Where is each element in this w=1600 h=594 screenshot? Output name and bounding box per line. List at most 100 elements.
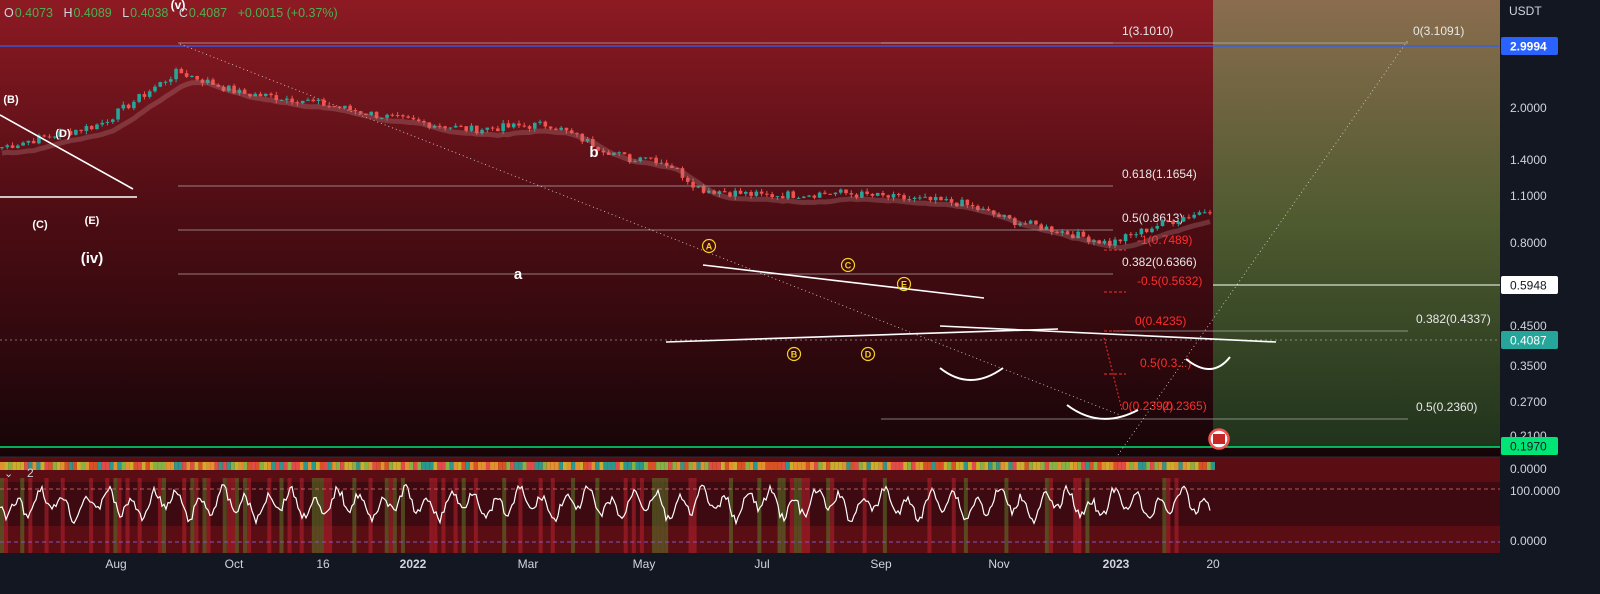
fib-label: 0.618(1.1654)	[1122, 167, 1197, 181]
heat-cell	[919, 462, 924, 470]
candle-body	[1034, 220, 1038, 225]
heat-cell	[396, 462, 401, 470]
heat-cell	[615, 462, 620, 470]
candle-body	[749, 191, 753, 196]
heat-cell	[238, 462, 243, 470]
heat-cell	[660, 462, 665, 470]
heat-cell	[153, 462, 158, 470]
wave-label: b	[589, 144, 598, 161]
heat-cell	[1024, 462, 1029, 470]
candle-body	[1134, 234, 1138, 236]
heat-cell	[214, 462, 219, 470]
price-tag-label: 0.5948	[1510, 279, 1547, 293]
heat-cell	[1069, 462, 1074, 470]
candle-body	[649, 157, 653, 159]
heat-cell	[275, 462, 280, 470]
candle-body	[902, 195, 906, 200]
heat-cell	[125, 462, 130, 470]
heat-cell	[421, 462, 426, 470]
candle-body	[912, 197, 917, 200]
heat-cell	[271, 462, 276, 470]
candle-body	[754, 191, 759, 196]
candle-body	[527, 126, 532, 129]
heat-cell	[684, 462, 689, 470]
heat-cell	[708, 462, 713, 470]
candle-body	[743, 191, 748, 194]
candle-body	[548, 126, 553, 129]
heat-cell	[992, 462, 997, 470]
candle-body	[464, 126, 469, 131]
chart-canvas[interactable]: 1(3.1010)0.618(1.1654)0.5(0.8613)0.382(0…	[0, 0, 1600, 589]
candle-body	[95, 124, 99, 130]
heat-cell	[554, 462, 559, 470]
heat-cell	[1048, 462, 1053, 470]
heat-cell	[222, 462, 227, 470]
heat-cell	[595, 462, 600, 470]
heat-cell	[1093, 462, 1098, 470]
heat-cell	[534, 462, 539, 470]
heat-cell	[137, 462, 142, 470]
heat-cell	[441, 462, 446, 470]
heat-cell	[611, 462, 616, 470]
heat-cell	[315, 462, 320, 470]
heat-cell	[955, 462, 960, 470]
heat-cell	[117, 462, 122, 470]
candle-body	[390, 114, 395, 116]
candle-body	[511, 123, 516, 128]
change-value: +0.0015 (+0.37%)	[237, 6, 338, 20]
wave-label: a	[514, 266, 523, 283]
heat-cell	[761, 462, 766, 470]
candle-body	[311, 99, 316, 102]
candle-body	[485, 127, 490, 130]
candle-body	[1160, 220, 1165, 227]
heat-cell	[805, 462, 810, 470]
close-value: 0.4087	[188, 6, 228, 20]
candle-body	[1150, 228, 1154, 233]
heat-cell	[668, 462, 673, 470]
candle-body	[142, 94, 147, 97]
fib-label-right: 0(3.1091)	[1413, 24, 1464, 38]
candle-body	[74, 129, 78, 135]
heat-cell	[494, 462, 499, 470]
heat-cell	[550, 462, 555, 470]
candle-body	[870, 193, 875, 196]
heat-cell	[643, 462, 648, 470]
heat-cell	[376, 462, 381, 470]
price-tag-label: 0.4087	[1510, 334, 1547, 348]
heat-cell	[1008, 462, 1013, 470]
heat-cell	[93, 462, 98, 470]
low-value: 0.4038	[130, 6, 169, 20]
heat-cell	[162, 462, 166, 470]
heat-cell	[777, 462, 782, 470]
heat-cell	[1202, 462, 1207, 470]
heat-cell	[413, 462, 418, 470]
heat-cell	[1028, 462, 1033, 470]
event-flag-icon-body	[1213, 434, 1225, 444]
heat-cell	[1166, 462, 1171, 470]
heat-cell	[838, 462, 843, 470]
heat-cell	[36, 462, 41, 470]
heat-cell	[384, 462, 389, 470]
heat-cell	[48, 462, 53, 470]
candle-body	[1181, 217, 1186, 222]
candle-body	[316, 99, 321, 102]
price-tick-label: 0.2700	[1510, 395, 1547, 409]
heat-cell	[182, 462, 187, 470]
heat-cell	[20, 462, 25, 470]
heat-cell	[417, 462, 422, 470]
heat-cell	[303, 462, 308, 470]
heat-cell	[1105, 462, 1110, 470]
heat-cell	[911, 462, 916, 470]
heat-cell	[834, 462, 839, 470]
wave-circle-label: D	[865, 350, 872, 360]
indicator-label: 2	[27, 466, 34, 480]
heat-cell	[652, 462, 657, 470]
candle-body	[696, 186, 701, 188]
candle-body	[944, 199, 949, 201]
heat-cell	[190, 462, 195, 470]
heat-cell	[255, 462, 260, 470]
candle-body	[1028, 220, 1033, 224]
heat-cell	[1053, 462, 1057, 470]
candle-body	[147, 91, 152, 97]
time-axis-label: May	[633, 557, 656, 571]
